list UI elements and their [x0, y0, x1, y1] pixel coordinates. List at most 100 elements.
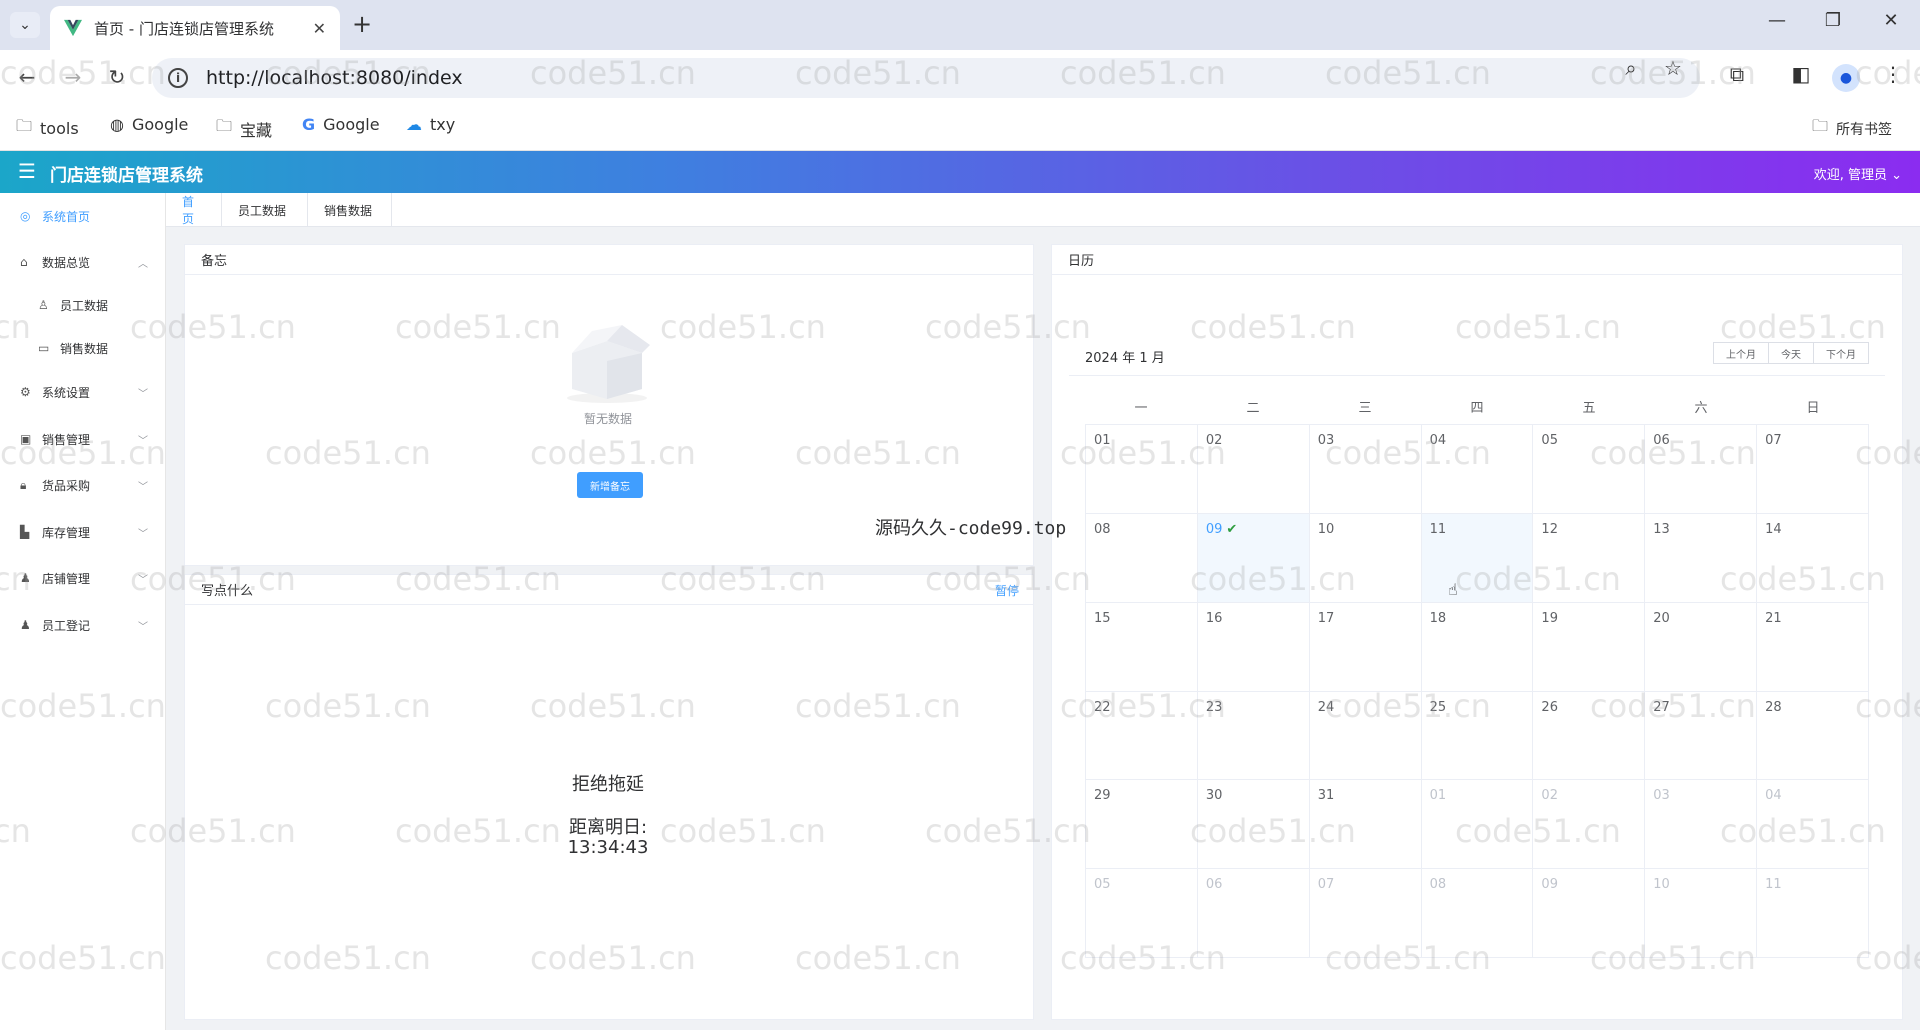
sidebar-item-inventory[interactable]: ▙ 库存管理 ﹀: [0, 517, 166, 547]
close-tab-icon[interactable]: ✕: [313, 19, 326, 38]
calendar-day-cell[interactable]: 20: [1645, 602, 1758, 692]
calendar-day-cell[interactable]: 22: [1086, 691, 1198, 781]
bookmark-google-1[interactable]: ◍ Google: [110, 115, 188, 134]
calendar-day-cell[interactable]: 24: [1309, 691, 1422, 781]
calendar-day-cell[interactable]: 12: [1533, 513, 1646, 603]
calendar-day-number: 08: [1094, 521, 1111, 537]
sidebar-item-sales-management[interactable]: ▣ 销售管理 ﹀: [0, 424, 166, 454]
back-icon[interactable]: ←: [14, 65, 40, 89]
calendar-day-cell[interactable]: 05: [1086, 869, 1198, 958]
cloud-icon: ☁: [406, 115, 422, 134]
sidebar-item-data-overview[interactable]: ⌂ 数据总览 ︿: [0, 247, 166, 277]
minimize-icon[interactable]: —: [1762, 10, 1792, 31]
calendar-day-cell[interactable]: 06: [1197, 869, 1310, 958]
tab-sales-data[interactable]: 销售数据: [308, 193, 392, 227]
calendar-day-cell[interactable]: 09: [1533, 869, 1646, 958]
extensions-icon[interactable]: ⧉: [1722, 62, 1752, 86]
next-month-button[interactable]: 下个月: [1813, 342, 1869, 364]
calendar-day-cell[interactable]: 14: [1757, 513, 1869, 603]
calendar-day-cell[interactable]: 07: [1309, 869, 1422, 958]
calendar-day-cell[interactable]: 04: [1421, 425, 1534, 514]
calendar-day-cell[interactable]: 25: [1421, 691, 1534, 781]
calendar-day-cell[interactable]: 02: [1533, 780, 1646, 870]
calendar-day-cell[interactable]: 10: [1309, 513, 1422, 603]
folder-icon: 🗀: [216, 116, 233, 135]
calendar-day-cell[interactable]: 07: [1757, 425, 1869, 514]
calendar-day-cell[interactable]: 30: [1197, 780, 1310, 870]
pause-button[interactable]: 暂停: [995, 582, 1019, 599]
sidebar-item-label: 销售管理: [42, 432, 91, 447]
sidebar-item-purchasing[interactable]: 🔒︎ 货品采购 ﹀: [0, 470, 166, 500]
write-title: 写点什么: [201, 584, 254, 599]
calendar-day-cell[interactable]: 10: [1645, 869, 1758, 958]
restore-icon[interactable]: ❐: [1818, 10, 1848, 31]
calendar-divider: [1069, 375, 1885, 376]
calendar-day-cell[interactable]: 26: [1533, 691, 1646, 781]
close-window-icon[interactable]: ✕: [1876, 10, 1906, 31]
calendar-day-cell[interactable]: 04: [1757, 780, 1869, 870]
calendar-day-cell[interactable]: 18: [1421, 602, 1534, 692]
calendar-day-cell[interactable]: 15: [1086, 602, 1198, 692]
calendar-day-cell[interactable]: 08: [1421, 869, 1534, 958]
bookmark-google-2[interactable]: G Google: [302, 115, 380, 134]
today-button[interactable]: 今天: [1768, 342, 1814, 364]
calendar-day-cell[interactable]: 27: [1645, 691, 1758, 781]
calendar-day-cell[interactable]: 06: [1645, 425, 1758, 514]
bookmark-star-icon[interactable]: ☆: [1658, 56, 1688, 80]
calendar-day-cell[interactable]: 19: [1533, 602, 1646, 692]
calendar-day-cell[interactable]: 11: [1757, 869, 1869, 958]
tab-search-chevron-icon[interactable]: ⌄: [10, 12, 40, 38]
calendar-day-cell[interactable]: 03: [1645, 780, 1758, 870]
calendar-day-cell[interactable]: 29: [1086, 780, 1198, 870]
bookmark-txy[interactable]: ☁ txy: [406, 115, 455, 134]
bookmark-tools[interactable]: 🗀 tools: [16, 115, 79, 142]
site-info-icon[interactable]: i: [168, 68, 188, 88]
sidebar-item-store-management[interactable]: ♟ 店铺管理 ﹀: [0, 563, 166, 593]
write-card-header: 写点什么 暂停: [185, 575, 1033, 605]
add-memo-button[interactable]: 新增备忘: [577, 472, 643, 498]
calendar-day-cell[interactable]: 16: [1197, 602, 1310, 692]
calendar-weekdays: 一二三四五六日: [1085, 397, 1869, 416]
sidebar-item-employee-register[interactable]: ♟ 员工登记 ﹀: [0, 610, 166, 640]
calendar-day-cell[interactable]: 03: [1309, 425, 1422, 514]
url-bar[interactable]: i http://localhost:8080/index: [152, 58, 1700, 98]
more-menu-icon[interactable]: ⋮: [1878, 62, 1908, 86]
calendar-day-cell[interactable]: 01: [1086, 425, 1198, 514]
calendar-day-cell[interactable]: 23: [1197, 691, 1310, 781]
all-bookmarks[interactable]: 🗀 所有书签: [1812, 115, 1892, 142]
new-tab-button[interactable]: +: [352, 10, 372, 38]
calendar-day-number: 29: [1094, 788, 1111, 804]
calendar-day-cell[interactable]: 08: [1086, 513, 1198, 603]
bookmark-treasure[interactable]: 🗀 宝藏: [216, 115, 272, 142]
calendar-weekday: 日: [1806, 401, 1820, 416]
sidebar-item-employee-data[interactable]: ♙ 员工数据: [0, 290, 166, 320]
calendar-day-number: 09: [1541, 877, 1558, 893]
sidebar-item-system-settings[interactable]: ⚙ 系统设置 ﹀: [0, 377, 166, 407]
sidebar-item-dashboard[interactable]: ◎ 系统首页: [0, 201, 166, 231]
zoom-icon[interactable]: ⌕: [1616, 56, 1646, 80]
menu-toggle-icon[interactable]: ☰: [18, 159, 36, 183]
profile-avatar-icon[interactable]: ●: [1832, 64, 1860, 92]
tab-employee-data[interactable]: 员工数据: [222, 193, 308, 227]
chevron-down-icon: ⌄: [1891, 168, 1902, 183]
tab-home[interactable]: 首页: [166, 193, 222, 227]
forward-icon[interactable]: →: [60, 65, 86, 89]
sidebar-item-sales-data[interactable]: ▭ 销售数据: [0, 333, 166, 363]
prev-month-button[interactable]: 上个月: [1713, 342, 1769, 364]
calendar-day-cell[interactable]: 11: [1421, 513, 1534, 603]
calendar-day-cell[interactable]: 31: [1309, 780, 1422, 870]
calendar-day-cell[interactable]: 17: [1309, 602, 1422, 692]
calendar-day-cell[interactable]: 13: [1645, 513, 1758, 603]
reload-icon[interactable]: ↻: [104, 65, 130, 89]
user-menu[interactable]: 欢迎, 管理员 ⌄: [1814, 164, 1902, 183]
calendar-day-cell[interactable]: 01: [1421, 780, 1534, 870]
calendar-day-number: 11: [1765, 877, 1782, 893]
calendar-day-cell[interactable]: 28: [1757, 691, 1869, 781]
calendar-day-cell[interactable]: 09 ✔: [1197, 513, 1310, 603]
countdown-time: 13:34:43: [567, 837, 649, 858]
calendar-day-cell[interactable]: 21: [1757, 602, 1869, 692]
calendar-day-cell[interactable]: 02: [1197, 425, 1310, 514]
browser-tab-active[interactable]: 首页 - 门店连锁店管理系统 ✕: [50, 6, 340, 50]
sidepanel-icon[interactable]: ◧: [1786, 62, 1816, 86]
calendar-day-cell[interactable]: 05: [1533, 425, 1646, 514]
